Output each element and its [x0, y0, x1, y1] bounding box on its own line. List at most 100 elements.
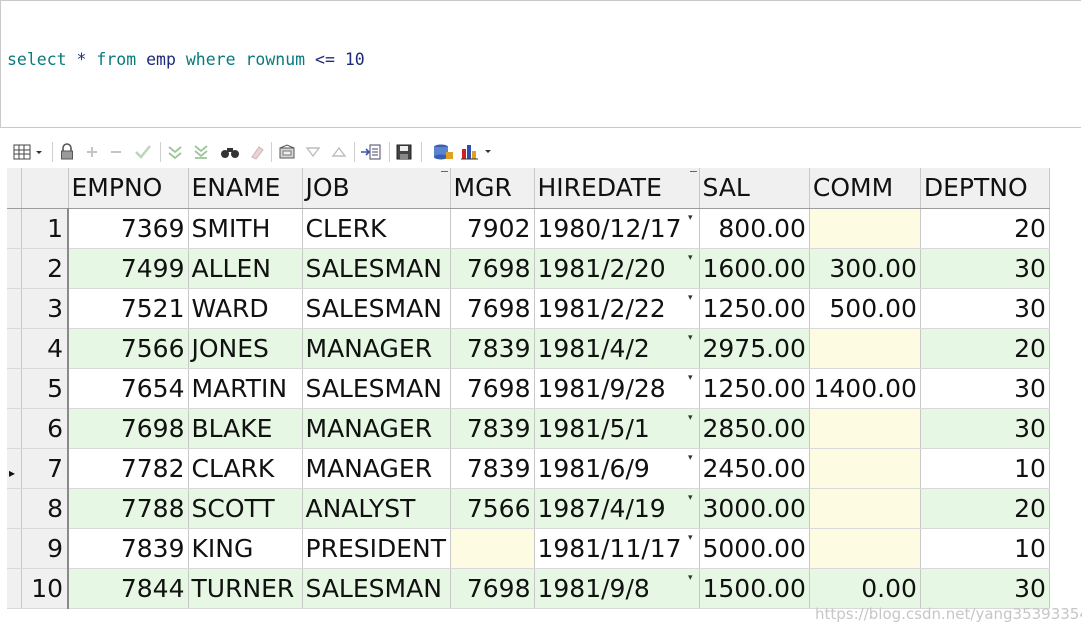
row-indicator-cell[interactable] — [7, 288, 22, 329]
cell-comm[interactable] — [809, 208, 921, 249]
sql-statement[interactable]: select * from emp where rownum <= 10 — [7, 50, 365, 69]
row-indicator-cell[interactable] — [7, 408, 22, 449]
row-number-cell[interactable]: 3 — [21, 288, 69, 329]
cell-ename[interactable]: TURNER — [188, 568, 303, 609]
row-number-cell[interactable]: 5 — [21, 368, 69, 409]
cell-mgr[interactable]: 7839 — [450, 448, 535, 489]
row-indicator-cell[interactable] — [7, 488, 22, 529]
cell-deptno[interactable]: 10 — [920, 528, 1050, 569]
cell-job[interactable]: MANAGER — [302, 328, 451, 369]
cell-empno[interactable]: 7788 — [68, 488, 189, 529]
cell-mgr[interactable]: 7902 — [450, 208, 535, 249]
cell-ename[interactable]: WARD — [188, 288, 303, 329]
cell-empno[interactable]: 7698 — [68, 408, 189, 449]
cell-hiredate[interactable]: 1981/5/1 ▾ — [534, 408, 700, 449]
cell-empno[interactable]: 7521 — [68, 288, 189, 329]
filter-down-icon[interactable] — [304, 142, 322, 162]
table-row[interactable]: 2 7499 ALLEN SALESMAN 7698 1981/2/20 ▾ 1600.00 3… — [7, 248, 1050, 289]
row-indicator-cell[interactable] — [7, 528, 22, 569]
export-icon[interactable] — [360, 142, 382, 162]
cell-sal[interactable]: 800.00 — [699, 208, 810, 249]
date-picker-icon[interactable]: ▾ — [688, 333, 693, 343]
table-row[interactable]: 3 7521 WARD SALESMAN 7698 1981/2/22 ▾ 1250.00 50… — [7, 288, 1050, 329]
cell-sal[interactable]: 1500.00 — [699, 568, 810, 609]
date-picker-icon[interactable]: ▾ — [688, 533, 693, 543]
column-header-empno[interactable]: EMPNO — [68, 168, 189, 209]
cell-comm[interactable]: 500.00 — [809, 288, 921, 329]
cell-sal[interactable]: 1250.00 — [699, 368, 810, 409]
cell-hiredate[interactable]: 1981/4/2 ▾ — [534, 328, 700, 369]
row-indicator-cell[interactable] — [7, 328, 22, 369]
cell-mgr[interactable]: 7698 — [450, 248, 535, 289]
row-indicator-cell[interactable] — [7, 248, 22, 289]
cell-ename[interactable]: MARTIN — [188, 368, 303, 409]
cell-mgr[interactable]: 7698 — [450, 568, 535, 609]
cell-deptno[interactable]: 10 — [920, 448, 1050, 489]
cell-ename[interactable]: CLARK — [188, 448, 303, 489]
date-picker-icon[interactable]: ▾ — [688, 493, 693, 503]
cell-hiredate[interactable]: 1980/12/17 ▾ — [534, 208, 700, 249]
query-by-example-icon[interactable] — [277, 142, 297, 162]
cell-comm[interactable]: 0.00 — [809, 568, 921, 609]
cell-job[interactable]: SALESMAN — [302, 288, 451, 329]
cell-deptno[interactable]: 30 — [920, 568, 1050, 609]
table-row[interactable]: 10 7844 TURNER SALESMAN 7698 1981/9/8 ▾ 1500.00… — [7, 568, 1050, 609]
cell-comm[interactable] — [809, 528, 921, 569]
cell-empno[interactable]: 7566 — [68, 328, 189, 369]
save-icon[interactable] — [395, 142, 413, 162]
cell-mgr[interactable] — [450, 528, 535, 569]
cell-deptno[interactable]: 20 — [920, 328, 1050, 369]
table-row[interactable]: 8 7788 SCOTT ANALYST 7566 1987/4/19 ▾ 3000.00 20 — [7, 488, 1050, 529]
cell-ename[interactable]: BLAKE — [188, 408, 303, 449]
cell-hiredate[interactable]: 1981/11/17 ▾ — [534, 528, 700, 569]
cell-sal[interactable]: 2975.00 — [699, 328, 810, 369]
cell-sal[interactable]: 2450.00 — [699, 448, 810, 489]
cell-ename[interactable]: JONES — [188, 328, 303, 369]
cell-job[interactable]: ANALYST — [302, 488, 451, 529]
cell-job[interactable]: SALESMAN — [302, 568, 451, 609]
table-row[interactable]: 6 7698 BLAKE MANAGER 7839 1981/5/1 ▾ 2850.00 30 — [7, 408, 1050, 449]
cell-hiredate[interactable]: 1981/2/20 ▾ — [534, 248, 700, 289]
table-row[interactable]: ▸ 7 7782 CLARK MANAGER 7839 1981/6/9 ▾ 2450.00 10 — [7, 448, 1050, 489]
cell-deptno[interactable]: 20 — [920, 488, 1050, 529]
cell-mgr[interactable]: 7698 — [450, 288, 535, 329]
cell-sal[interactable]: 1600.00 — [699, 248, 810, 289]
cell-comm[interactable] — [809, 328, 921, 369]
clear-icon[interactable] — [248, 142, 266, 162]
cell-hiredate[interactable]: 1981/2/22 ▾ — [534, 288, 700, 329]
cell-empno[interactable]: 7844 — [68, 568, 189, 609]
cell-comm[interactable]: 1400.00 — [809, 368, 921, 409]
row-indicator-cell[interactable] — [7, 208, 22, 249]
sql-editor[interactable]: select * from emp where rownum <= 10 — [0, 0, 1081, 128]
cell-ename[interactable]: SMITH — [188, 208, 303, 249]
cell-hiredate[interactable]: 1981/6/9 ▾ — [534, 448, 700, 489]
delete-row-icon[interactable] — [108, 142, 124, 162]
row-indicator-cell[interactable] — [7, 368, 22, 409]
row-number-cell[interactable]: 2 — [21, 248, 69, 289]
date-picker-icon[interactable]: ▾ — [688, 293, 693, 303]
cell-mgr[interactable]: 7698 — [450, 368, 535, 409]
cell-empno[interactable]: 7499 — [68, 248, 189, 289]
cell-job[interactable]: MANAGER — [302, 448, 451, 489]
filter-up-icon[interactable] — [330, 142, 348, 162]
find-icon[interactable] — [220, 142, 240, 162]
cell-comm[interactable] — [809, 488, 921, 529]
table-row[interactable]: 9 7839 KING PRESIDENT 1981/11/17 ▾ 5000.00 10 — [7, 528, 1050, 569]
date-picker-icon[interactable]: ▾ — [688, 213, 693, 223]
cell-sal[interactable]: 2850.00 — [699, 408, 810, 449]
cell-comm[interactable]: 300.00 — [809, 248, 921, 289]
cell-hiredate[interactable]: 1981/9/8 ▾ — [534, 568, 700, 609]
row-number-cell[interactable]: 10 — [21, 568, 69, 609]
column-header-comm[interactable]: COMM — [809, 168, 921, 209]
row-number-cell[interactable]: 9 — [21, 528, 69, 569]
column-header-deptno[interactable]: DEPTNO — [920, 168, 1050, 209]
cell-job[interactable]: SALESMAN — [302, 248, 451, 289]
table-row[interactable]: 4 7566 JONES MANAGER 7839 1981/4/2 ▾ 2975.00 20 — [7, 328, 1050, 369]
cell-empno[interactable]: 7839 — [68, 528, 189, 569]
cell-sal[interactable]: 5000.00 — [699, 528, 810, 569]
cell-deptno[interactable]: 30 — [920, 288, 1050, 329]
column-header-ename[interactable]: ENAME — [188, 168, 303, 209]
cell-comm[interactable] — [809, 408, 921, 449]
cell-job[interactable]: MANAGER — [302, 408, 451, 449]
cell-deptno[interactable]: 30 — [920, 368, 1050, 409]
